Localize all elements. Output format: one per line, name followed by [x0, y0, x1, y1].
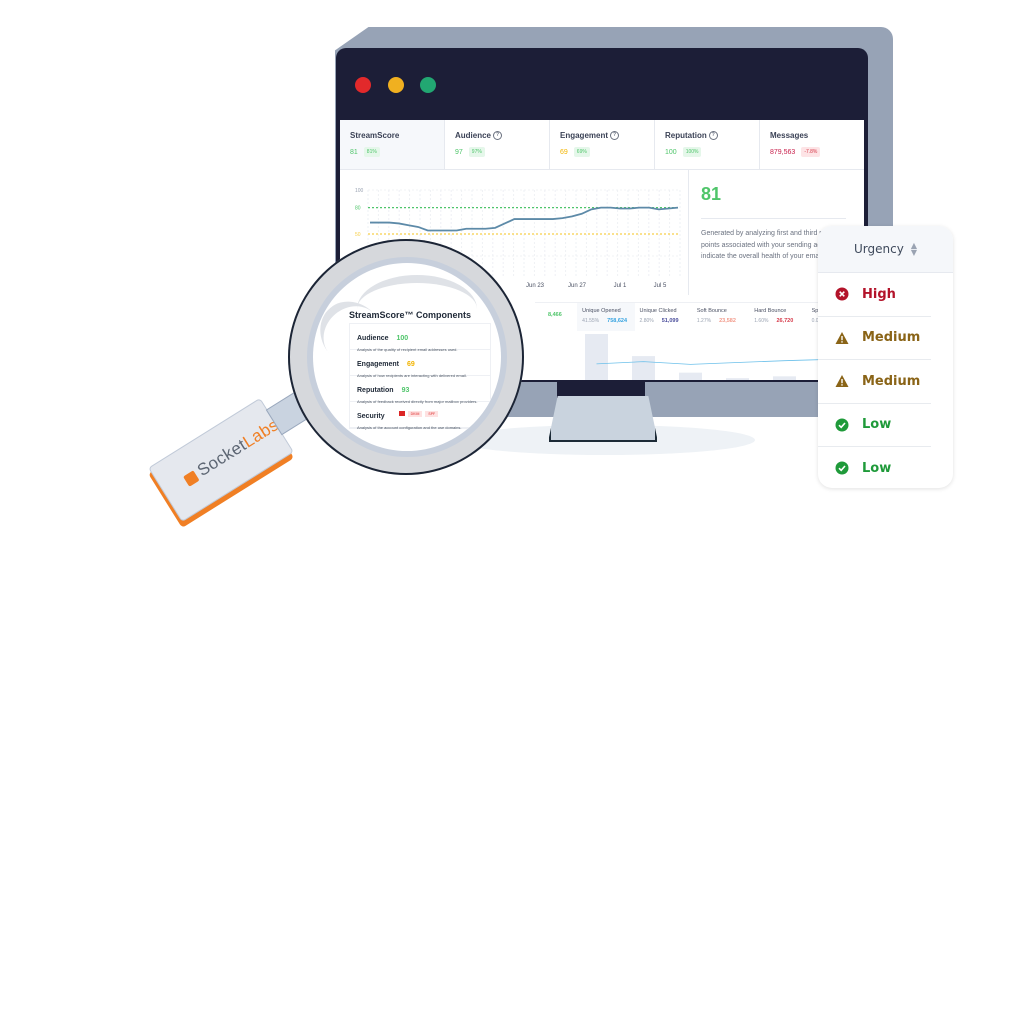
stat-value: 26,720 [776, 318, 794, 324]
component-name: Security [357, 413, 385, 420]
bar [726, 378, 749, 380]
monitor-stand-neck [557, 382, 645, 398]
urgency-row[interactable]: Low [818, 447, 931, 488]
urgency-card: Urgency ▲ ▼ High Medium Medium Low Low [818, 226, 953, 488]
warning-triangle-icon [835, 331, 849, 345]
stat-cell[interactable]: 8,466 [535, 303, 577, 331]
brand-logo: SocketLabs [180, 415, 282, 489]
metric-badge: -7.8% [801, 147, 821, 157]
stat-value: 51,099 [661, 318, 679, 324]
urgency-header-label: Urgency [854, 242, 904, 256]
y-tick-label: 50 [355, 232, 361, 238]
minimize-window-button[interactable] [388, 77, 404, 93]
socketlabs-logo-icon [182, 469, 200, 487]
component-item[interactable]: Security DKIM SPF Analysis of the account … [350, 402, 490, 430]
stat-cell[interactable]: Soft Bounce 1.27% 23,582 [692, 303, 749, 331]
metric-value: 81 [350, 148, 358, 156]
component-value: 93 [401, 387, 410, 394]
urgency-label: High [862, 286, 896, 302]
stat-percent: 41.55% [582, 318, 600, 324]
stat-cell[interactable]: Unique Opened 41.55% 758,624 [577, 303, 635, 331]
component-description: Analysis of feedback received directly f… [357, 399, 478, 404]
urgency-row[interactable]: Low [818, 404, 931, 447]
stat-value: 758,624 [607, 318, 628, 324]
metric-tab[interactable]: Audience? 97 97% [445, 120, 550, 169]
urgency-row[interactable]: High [818, 273, 931, 317]
metric-badge: 81% [363, 147, 380, 157]
x-tick-label: Jul 1 [614, 283, 627, 289]
stat-title: Soft Bounce [696, 308, 727, 314]
stat-percent: 1.27% [696, 318, 712, 324]
help-icon[interactable]: ? [708, 131, 718, 141]
component-description: Analysis of the account configuration an… [357, 425, 462, 430]
help-icon[interactable]: ? [493, 131, 503, 141]
stat-title: Unique Clicked [639, 308, 677, 314]
urgency-label: Medium [862, 330, 921, 346]
metric-value: 69 [560, 148, 568, 156]
bar [679, 372, 702, 380]
stat-cell[interactable]: Unique Clicked 2.80% 51,099 [635, 303, 692, 331]
metric-value: 879,563 [770, 148, 796, 156]
error-circle-icon [835, 287, 849, 301]
unlocked-padlock-icon [398, 411, 405, 417]
x-tick-label: Jun 27 [568, 283, 587, 289]
metric-tab[interactable]: Messages 879,563 -7.8% [760, 120, 864, 169]
security-badge: DKIM [407, 410, 423, 417]
metric-title: Audience? [455, 131, 539, 141]
maximize-window-button[interactable] [420, 77, 436, 93]
stat-percent: 2.80% [639, 318, 654, 324]
warning-triangle-icon [835, 374, 849, 388]
metric-title: Reputation? [665, 131, 749, 141]
metric-tabs: StreamScore 81 81% Audience? 97 97% Engage… [340, 120, 864, 170]
stat-title: Hard Bounce [754, 308, 787, 314]
bar [773, 376, 796, 380]
stat-cell[interactable]: Hard Bounce 1.60% 26,720 [749, 303, 806, 331]
metric-badge: 69% [573, 147, 590, 158]
rate-line [596, 358, 832, 365]
y-tick-label: 80 [355, 206, 361, 212]
stat-value: 8,466 [548, 312, 562, 318]
urgency-label: Medium [862, 373, 921, 389]
x-tick-label: Jun 23 [526, 283, 545, 289]
metric-title: Engagement? [560, 131, 644, 141]
metric-badge: 97% [468, 147, 485, 158]
urgency-row[interactable]: Medium [818, 317, 931, 360]
metric-value: 100 [665, 148, 677, 156]
metric-title: Messages [770, 131, 809, 140]
check-circle-icon [835, 418, 849, 432]
bar [585, 334, 608, 380]
component-item[interactable]: Reputation 93 Analysis of feedback receiv… [350, 376, 490, 404]
metric-badge: 100% [682, 147, 702, 158]
urgency-label: Low [862, 417, 892, 433]
sort-icon[interactable]: ▲ ▼ [911, 242, 917, 257]
check-circle-icon [835, 461, 849, 475]
component-value: 69 [407, 361, 415, 368]
volume-bar-chart: 75%50%25% [585, 334, 861, 380]
x-tick-label: Jul 5 [654, 283, 667, 289]
metric-tab[interactable]: Engagement? 69 69% [550, 120, 655, 169]
brand-text: Socket [193, 435, 250, 481]
stats-row: 8,466 Unique Opened 41.55% 758,624 Unique C… [535, 302, 864, 331]
monitor-stand-base [549, 396, 657, 442]
metric-title: StreamScore [350, 131, 400, 140]
urgency-label: Low [862, 460, 892, 476]
divider [701, 218, 846, 219]
stat-title: Unique Opened [582, 308, 621, 314]
stat-percent: 1.60% [754, 318, 769, 324]
urgency-column-header[interactable]: Urgency ▲ ▼ [818, 226, 953, 273]
metric-tab[interactable]: Reputation? 100 100% [655, 120, 760, 169]
security-badge: SPF [425, 410, 439, 417]
help-icon[interactable]: ? [610, 131, 620, 141]
urgency-row[interactable]: Medium [818, 360, 931, 404]
score-value: 81 [701, 184, 722, 204]
component-name: Reputation [357, 387, 394, 394]
metric-tab[interactable]: StreamScore 81 81% [340, 120, 445, 169]
stat-value: 23,582 [719, 318, 736, 324]
metric-value: 97 [455, 148, 463, 156]
bar [632, 356, 655, 380]
y-tick-label: 100 [355, 188, 364, 194]
close-window-button[interactable] [355, 77, 371, 93]
